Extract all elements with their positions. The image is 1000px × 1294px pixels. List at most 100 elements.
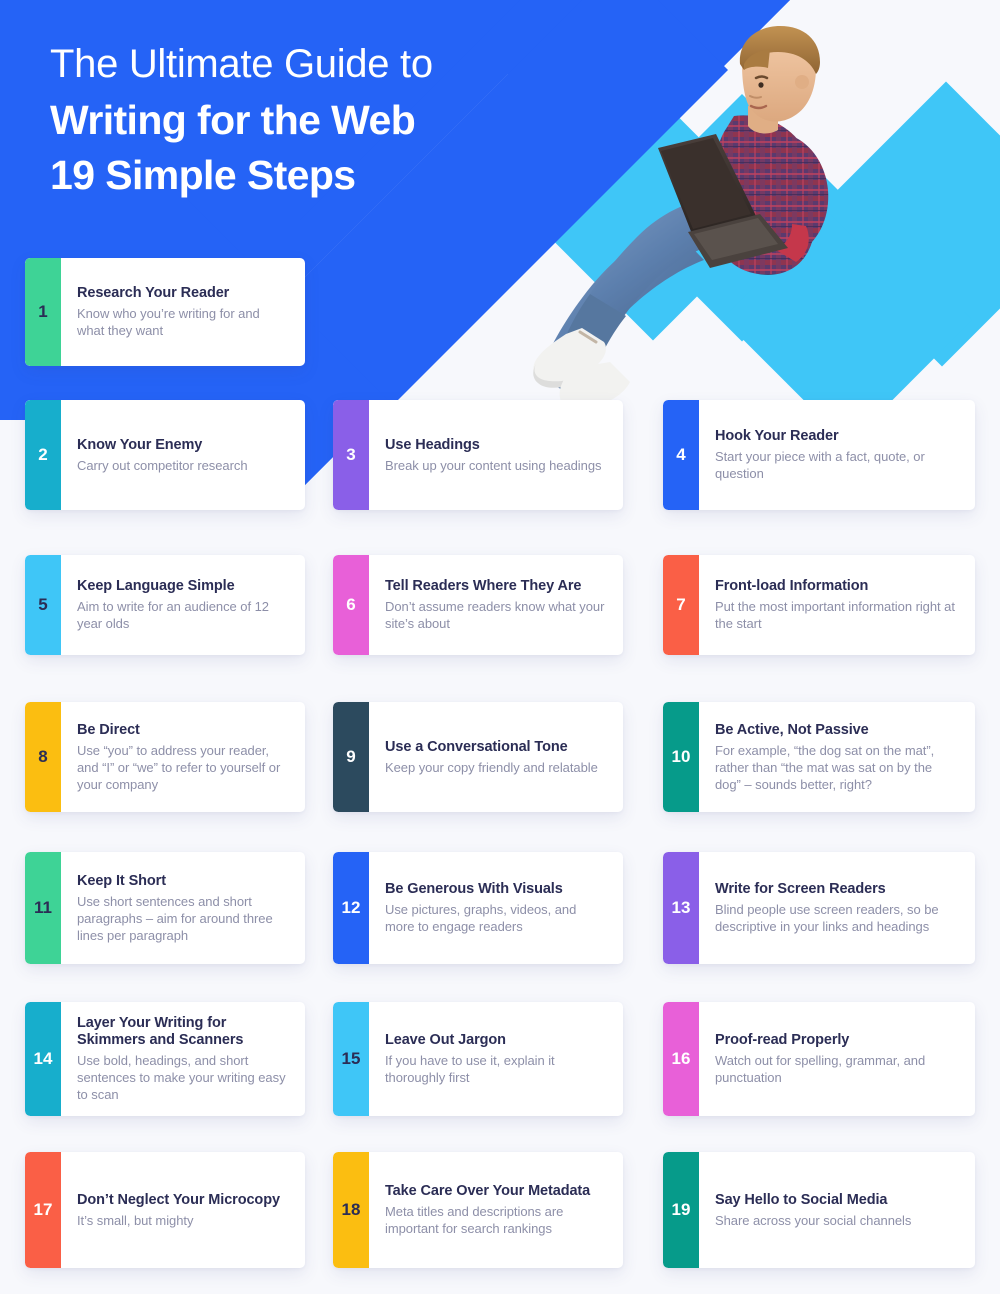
step-number-badge: 2	[25, 400, 61, 510]
step-title: Front-load Information	[715, 578, 869, 594]
step-card[interactable]: 6 Tell Readers Where They Are Don’t assu…	[333, 555, 623, 655]
step-number-badge: 18	[333, 1152, 369, 1268]
step-number: 3	[346, 445, 356, 464]
step-title: Hook Your Reader	[715, 428, 839, 444]
step-number-badge: 8	[25, 702, 61, 812]
step-number-badge: 10	[663, 702, 699, 812]
step-number-badge: 15	[333, 1002, 369, 1116]
step-card[interactable]: 12 Be Generous With Visuals Use pictures…	[333, 852, 623, 964]
step-title: Use Headings	[385, 436, 480, 453]
hero-title-block: The Ultimate Guide to Writing for the We…	[50, 38, 610, 202]
step-content: Use Headings Break up your content using…	[369, 400, 623, 510]
step-card[interactable]: 17 Don’t Neglect Your Microcopy It’s sma…	[25, 1152, 305, 1268]
step-content: Keep It Short Use short sentences and sh…	[61, 852, 305, 964]
step-card[interactable]: 3 Use Headings Break up your content usi…	[333, 400, 623, 510]
step-number: 1	[38, 302, 48, 321]
step-number-badge: 7	[663, 555, 699, 655]
step-card[interactable]: 11 Keep It Short Use short sentences and…	[25, 852, 305, 964]
step-description: Blind people use screen readers, so be d…	[715, 902, 939, 934]
step-number: 9	[346, 747, 356, 766]
step-description: Watch out for spelling, grammar, and pun…	[715, 1053, 926, 1085]
step-card[interactable]: 7 Front-load Information Put the most im…	[663, 555, 975, 655]
step-number-badge: 12	[333, 852, 369, 964]
step-card[interactable]: 4 Hook Your Reader Start your piece with…	[663, 400, 975, 510]
step-content: Be Generous With Visuals Use pictures, g…	[369, 852, 623, 964]
title-line-1: The Ultimate Guide to	[50, 42, 433, 86]
infographic-page: 1 Research Your Reader Know who you’re w…	[0, 0, 1000, 1294]
step-number: 13	[671, 898, 691, 917]
title-line-3: 19 Simple Steps	[50, 152, 356, 198]
step-content: Write for Screen Readers Blind people us…	[699, 852, 975, 964]
step-number-badge: 19	[663, 1152, 699, 1268]
step-description: Keep your copy friendly and relatable	[385, 759, 598, 775]
step-content: Be Direct Use “you” to address your read…	[61, 702, 305, 812]
step-title: Use a Conversational Tone	[385, 738, 568, 755]
step-card[interactable]: 10 Be Active, Not Passive For example, “…	[663, 702, 975, 812]
step-title: Leave Out Jargon	[385, 1032, 506, 1048]
step-title: Layer Your Writing for Skimmers and Scan…	[77, 1015, 244, 1048]
step-description: Use short sentences and short paragraphs…	[77, 893, 273, 943]
title-line-2: Writing for the Web	[50, 97, 416, 143]
step-description: Share across your social channels	[715, 1212, 912, 1228]
step-number-badge: 16	[663, 1002, 699, 1116]
step-content: Keep Language Simple Aim to write for an…	[61, 555, 305, 655]
step-number-badge: 13	[663, 852, 699, 964]
step-card[interactable]: 16 Proof-read Properly Watch out for spe…	[663, 1002, 975, 1116]
step-number: 10	[671, 747, 691, 766]
step-content: Be Active, Not Passive For example, “the…	[699, 702, 975, 812]
step-card[interactable]: 5 Keep Language Simple Aim to write for …	[25, 555, 305, 655]
step-description: Break up your content using headings	[385, 457, 602, 473]
step-description: It’s small, but mighty	[77, 1212, 194, 1228]
step-number: 12	[341, 898, 361, 917]
step-title: Research Your Reader	[77, 285, 230, 301]
step-number: 11	[34, 898, 52, 917]
step-title: Tell Readers Where They Are	[385, 578, 582, 594]
step-description: Put the most important information right…	[715, 599, 955, 631]
step-number: 5	[38, 595, 48, 614]
step-number-badge: 4	[663, 400, 699, 510]
step-description: Know who you’re writing for and what the…	[77, 306, 260, 338]
step-description: Use pictures, graphs, videos, and more t…	[385, 902, 577, 934]
step-number-badge: 11	[25, 852, 61, 964]
step-content: Proof-read Properly Watch out for spelli…	[699, 1002, 975, 1116]
step-title: Proof-read Properly	[715, 1032, 850, 1048]
step-card[interactable]: 15 Leave Out Jargon If you have to use i…	[333, 1002, 623, 1116]
step-number-badge: 9	[333, 702, 369, 812]
step-number: 15	[341, 1049, 361, 1068]
step-card[interactable]: 1 Research Your Reader Know who you’re w…	[25, 258, 305, 366]
step-description: Use bold, headings, and short sentences …	[77, 1053, 286, 1102]
step-number-badge: 1	[25, 258, 61, 366]
step-number-badge: 5	[25, 555, 61, 655]
step-content: Leave Out Jargon If you have to use it, …	[369, 1002, 623, 1116]
step-title: Be Direct	[77, 721, 140, 738]
step-card[interactable]: 2 Know Your Enemy Carry out competitor r…	[25, 400, 305, 510]
step-title: Be Active, Not Passive	[715, 721, 869, 738]
step-number: 2	[38, 445, 48, 464]
step-number-badge: 6	[333, 555, 369, 655]
step-title: Write for Screen Readers	[715, 881, 886, 897]
step-title: Take Care Over Your Metadata	[385, 1183, 591, 1199]
step-content: Front-load Information Put the most impo…	[699, 555, 975, 655]
step-content: Say Hello to Social Media Share across y…	[699, 1152, 975, 1268]
step-description: Don’t assume readers know what your site…	[385, 599, 605, 631]
step-description: Aim to write for an audience of 12 year …	[77, 599, 269, 631]
step-card[interactable]: 19 Say Hello to Social Media Share acros…	[663, 1152, 975, 1268]
step-number: 8	[38, 747, 48, 766]
step-title: Say Hello to Social Media	[715, 1191, 888, 1208]
step-content: Use a Conversational Tone Keep your copy…	[369, 702, 623, 812]
step-card[interactable]: 9 Use a Conversational Tone Keep your co…	[333, 702, 623, 812]
step-number-badge: 3	[333, 400, 369, 510]
step-content: Tell Readers Where They Are Don’t assume…	[369, 555, 623, 655]
step-number: 18	[341, 1200, 361, 1219]
step-description: If you have to use it, explain it thorou…	[385, 1053, 555, 1085]
step-content: Layer Your Writing for Skimmers and Scan…	[61, 1002, 305, 1116]
step-number-badge: 17	[25, 1152, 61, 1268]
step-card[interactable]: 13 Write for Screen Readers Blind people…	[663, 852, 975, 964]
step-content: Research Your Reader Know who you’re wri…	[61, 258, 305, 366]
step-card[interactable]: 8 Be Direct Use “you” to address your re…	[25, 702, 305, 812]
step-card[interactable]: 18 Take Care Over Your Metadata Meta tit…	[333, 1152, 623, 1268]
step-description: Use “you” to address your reader, and “I…	[77, 742, 281, 792]
step-card[interactable]: 14 Layer Your Writing for Skimmers and S…	[25, 1002, 305, 1116]
step-number: 7	[676, 595, 686, 614]
step-number: 14	[33, 1049, 53, 1068]
